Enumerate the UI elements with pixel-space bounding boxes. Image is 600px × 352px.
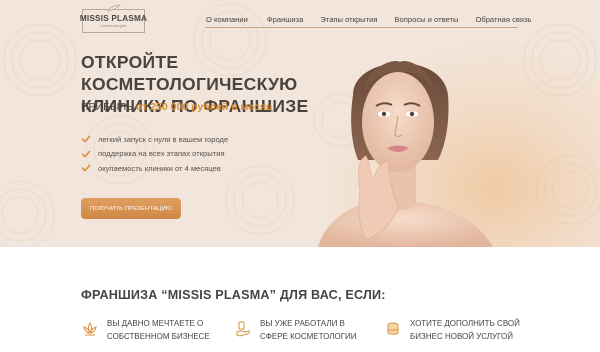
- check-icon: [81, 135, 91, 143]
- feature-item: легкий запуск с нуля в вашем городе: [81, 132, 228, 147]
- section-title: ФРАНШИЗА “MISSIS PLASMA” ДЛЯ ВАС, ЕСЛИ:: [81, 288, 386, 302]
- benefit-line-2: БИЗНЕС НОВОЙ УСЛУГОЙ: [410, 331, 513, 341]
- benefit-line-1: ХОТИТЕ ДОПОЛНИТЬ СВОЙ: [410, 319, 520, 328]
- nav-underline: [206, 27, 518, 28]
- logo-tagline: cosmetologist: [100, 24, 127, 28]
- check-icon: [81, 164, 91, 172]
- benefit-line-2: СФЕРЕ КОСМЕТОЛОГИИ: [260, 331, 357, 341]
- benefit-cards: ВЫ ДАВНО МЕЧТАЕТЕ О СОБСТВЕННОМ БИЗНЕСЕ …: [81, 318, 541, 348]
- hero-section: MISSIS PLASMA cosmetologist О компании Ф…: [0, 0, 600, 247]
- benefit-card: ХОТИТЕ ДОПОЛНИТЬ СВОЙ БИЗНЕС НОВОЙ УСЛУГ…: [384, 318, 550, 343]
- leaf-icon: [107, 4, 121, 12]
- feature-item: поддержка на всех этапах открытия: [81, 147, 228, 162]
- coins-icon: [387, 322, 399, 335]
- feature-text: окупаемость клиники от 4 месяцев: [98, 163, 221, 173]
- get-presentation-button[interactable]: ПОЛУЧИТЬ ПРЕЗЕНТАЦИЮ: [81, 198, 181, 219]
- feature-text: легкий запуск с нуля в вашем городе: [98, 134, 229, 144]
- logo-name: MISSIS PLASMA: [79, 14, 148, 23]
- lotus-icon: [83, 322, 97, 336]
- nav-item-contact[interactable]: Обратная связь: [475, 15, 531, 24]
- check-icon: [81, 150, 91, 158]
- top-nav: О компании Франшиза Этапы открытия Вопро…: [206, 15, 531, 24]
- benefit-text: ХОТИТЕ ДОПОЛНИТЬ СВОЙ БИЗНЕС НОВОЙ УСЛУГ…: [410, 318, 550, 343]
- nav-item-about[interactable]: О компании: [206, 15, 248, 24]
- benefit-line-1: ВЫ УЖЕ РАБОТАЛИ В: [260, 319, 345, 328]
- woman-portrait-image: [318, 60, 493, 247]
- nav-item-faq[interactable]: Вопросы и ответы: [394, 15, 458, 24]
- benefit-card: ВЫ ДАВНО МЕЧТАЕТЕ О СОБСТВЕННОМ БИЗНЕСЕ: [81, 318, 227, 343]
- benefit-card: ВЫ УЖЕ РАБОТАЛИ В СФЕРЕ КОСМЕТОЛОГИИ: [234, 318, 380, 343]
- headline-line-1: ОТКРОЙТЕ КОСМЕТОЛОГИЧЕСКУЮ: [81, 52, 298, 94]
- hand-lotion-icon: [236, 321, 250, 337]
- feature-text: поддержка на всех этапах открытия: [98, 149, 225, 159]
- benefit-line-1: ВЫ ДАВНО МЕЧТАЕТЕ О: [107, 319, 204, 328]
- benefit-text: ВЫ УЖЕ РАБОТАЛИ В СФЕРЕ КОСМЕТОЛОГИИ: [260, 318, 380, 343]
- profit-line: ПРИБЫЛЬ от 250 000 рублей в месяц: [81, 101, 272, 113]
- features-list: легкий запуск с нуля в вашем городе подд…: [81, 132, 228, 176]
- logo[interactable]: MISSIS PLASMA cosmetologist: [79, 4, 148, 33]
- benefit-line-2: СОБСТВЕННОМ БИЗНЕСЕ: [107, 331, 210, 341]
- nav-item-franchise[interactable]: Франшиза: [267, 15, 303, 24]
- profit-value: от 250 000 рублей в месяц: [136, 101, 273, 113]
- benefit-text: ВЫ ДАВНО МЕЧТАЕТЕ О СОБСТВЕННОМ БИЗНЕСЕ: [107, 318, 227, 343]
- profit-prefix: ПРИБЫЛЬ: [81, 101, 134, 113]
- feature-item: окупаемость клиники от 4 месяцев: [81, 161, 228, 176]
- nav-item-stages[interactable]: Этапы открытия: [320, 15, 377, 24]
